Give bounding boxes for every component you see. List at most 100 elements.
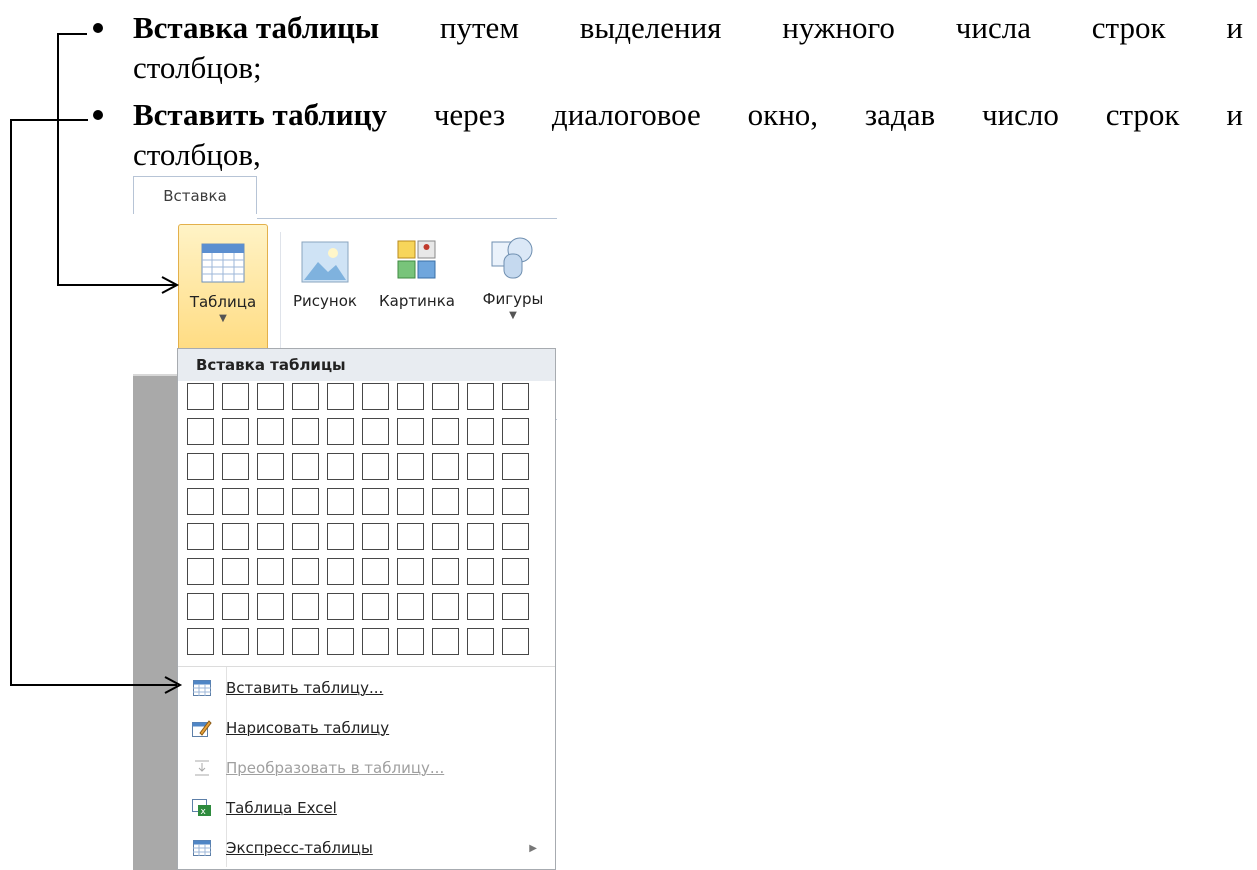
grid-cell[interactable] bbox=[502, 628, 529, 655]
grid-cell[interactable] bbox=[327, 453, 354, 480]
grid-cell[interactable] bbox=[187, 593, 214, 620]
grid-cell[interactable] bbox=[397, 418, 424, 445]
menu-item-label: Преобразовать в таблицу... bbox=[226, 759, 445, 777]
grid-cell[interactable] bbox=[502, 593, 529, 620]
svg-text:x: x bbox=[201, 807, 207, 817]
grid-cell[interactable] bbox=[432, 383, 459, 410]
grid-cell[interactable] bbox=[257, 558, 284, 585]
grid-cell[interactable] bbox=[362, 453, 389, 480]
grid-cell[interactable] bbox=[397, 628, 424, 655]
grid-cell[interactable] bbox=[327, 488, 354, 515]
grid-cell[interactable] bbox=[187, 523, 214, 550]
grid-cell[interactable] bbox=[467, 558, 494, 585]
grid-cell[interactable] bbox=[187, 488, 214, 515]
grid-cell[interactable] bbox=[292, 383, 319, 410]
grid-cell[interactable] bbox=[467, 383, 494, 410]
grid-cell[interactable] bbox=[362, 558, 389, 585]
grid-cell[interactable] bbox=[467, 593, 494, 620]
menu-item-excel-table[interactable]: x Таблица Excel bbox=[178, 790, 555, 826]
word: строк bbox=[1091, 10, 1166, 45]
grid-cell[interactable] bbox=[432, 558, 459, 585]
grid-cell[interactable] bbox=[327, 593, 354, 620]
grid-cell[interactable] bbox=[222, 383, 249, 410]
grid-cell[interactable] bbox=[222, 453, 249, 480]
grid-cell[interactable] bbox=[187, 383, 214, 410]
menu-item-quick-tables[interactable]: Экспресс-таблицы ▶ bbox=[178, 830, 555, 866]
grid-cell[interactable] bbox=[397, 453, 424, 480]
grid-cell[interactable] bbox=[292, 628, 319, 655]
grid-cell[interactable] bbox=[502, 383, 529, 410]
quick-tables-icon bbox=[178, 840, 226, 856]
grid-cell[interactable] bbox=[502, 558, 529, 585]
connector-1-top bbox=[57, 33, 87, 35]
grid-cell[interactable] bbox=[222, 488, 249, 515]
grid-cell[interactable] bbox=[257, 418, 284, 445]
grid-cell[interactable] bbox=[327, 558, 354, 585]
connector-2-top bbox=[10, 119, 88, 121]
grid-cell[interactable] bbox=[222, 628, 249, 655]
grid-cell[interactable] bbox=[292, 488, 319, 515]
tab-insert[interactable]: Вставка bbox=[133, 176, 257, 214]
grid-cell[interactable] bbox=[362, 523, 389, 550]
menu-item-insert-table[interactable]: Вставить таблицу... bbox=[178, 670, 555, 706]
grid-cell[interactable] bbox=[222, 418, 249, 445]
grid-cell[interactable] bbox=[432, 628, 459, 655]
grid-cell[interactable] bbox=[292, 593, 319, 620]
grid-cell[interactable] bbox=[362, 488, 389, 515]
grid-cell[interactable] bbox=[432, 488, 459, 515]
word: путем bbox=[439, 10, 519, 45]
grid-cell[interactable] bbox=[222, 523, 249, 550]
grid-cell[interactable] bbox=[327, 418, 354, 445]
grid-cell[interactable] bbox=[222, 558, 249, 585]
grid-cell[interactable] bbox=[362, 593, 389, 620]
grid-cell[interactable] bbox=[397, 488, 424, 515]
menu-separator bbox=[178, 666, 555, 667]
grid-cell[interactable] bbox=[257, 453, 284, 480]
grid-cell[interactable] bbox=[257, 593, 284, 620]
grid-cell[interactable] bbox=[257, 383, 284, 410]
grid-cell[interactable] bbox=[292, 558, 319, 585]
grid-cell[interactable] bbox=[467, 523, 494, 550]
grid-cell[interactable] bbox=[327, 523, 354, 550]
picture-button-label: Рисунок bbox=[293, 292, 357, 310]
grid-cell[interactable] bbox=[467, 488, 494, 515]
grid-cell[interactable] bbox=[187, 453, 214, 480]
grid-cell[interactable] bbox=[397, 383, 424, 410]
grid-cell[interactable] bbox=[187, 628, 214, 655]
insert-table-icon bbox=[178, 680, 226, 696]
grid-cell[interactable] bbox=[362, 383, 389, 410]
grid-cell[interactable] bbox=[292, 453, 319, 480]
grid-cell[interactable] bbox=[432, 453, 459, 480]
grid-cell[interactable] bbox=[362, 628, 389, 655]
grid-cell[interactable] bbox=[362, 418, 389, 445]
grid-cell[interactable] bbox=[432, 593, 459, 620]
grid-cell[interactable] bbox=[432, 418, 459, 445]
bullet1-bold: Вставка таблицы bbox=[133, 10, 380, 45]
grid-cell[interactable] bbox=[397, 523, 424, 550]
grid-cell[interactable] bbox=[502, 418, 529, 445]
arrow-head-icon bbox=[164, 676, 183, 694]
grid-cell[interactable] bbox=[187, 558, 214, 585]
grid-cell[interactable] bbox=[222, 593, 249, 620]
grid-cell[interactable] bbox=[257, 628, 284, 655]
grid-cell[interactable] bbox=[467, 418, 494, 445]
word: числа bbox=[955, 10, 1031, 45]
grid-cell[interactable] bbox=[187, 418, 214, 445]
grid-cell[interactable] bbox=[397, 593, 424, 620]
grid-cell[interactable] bbox=[257, 488, 284, 515]
word: строк bbox=[1105, 97, 1180, 132]
grid-cell[interactable] bbox=[327, 628, 354, 655]
grid-cell[interactable] bbox=[292, 523, 319, 550]
grid-cell[interactable] bbox=[502, 453, 529, 480]
grid-cell[interactable] bbox=[257, 523, 284, 550]
menu-item-draw-table[interactable]: Нарисовать таблицу bbox=[178, 710, 555, 746]
grid-cell[interactable] bbox=[502, 488, 529, 515]
grid-cell[interactable] bbox=[502, 523, 529, 550]
grid-cell[interactable] bbox=[327, 383, 354, 410]
word: выделения bbox=[579, 10, 722, 45]
grid-cell[interactable] bbox=[432, 523, 459, 550]
grid-cell[interactable] bbox=[467, 453, 494, 480]
grid-cell[interactable] bbox=[467, 628, 494, 655]
grid-cell[interactable] bbox=[292, 418, 319, 445]
grid-cell[interactable] bbox=[397, 558, 424, 585]
